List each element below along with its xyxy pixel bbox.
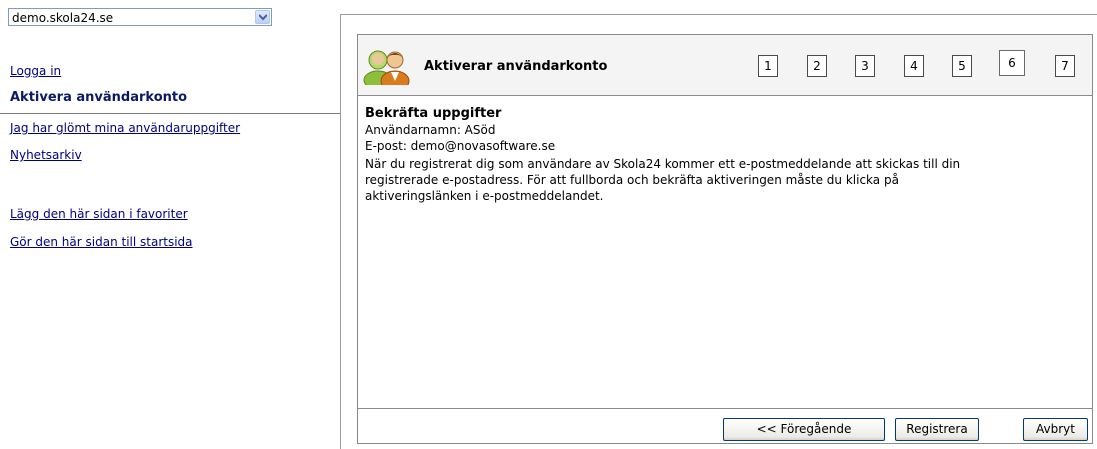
- info-text-line-3: aktiveringslänken i e-postmeddelandet.: [365, 189, 604, 203]
- cancel-button[interactable]: Avbryt: [1023, 418, 1088, 441]
- section-heading: Bekräfta uppgifter: [365, 106, 502, 121]
- info-text-line-1: När du registrerat dig som användare av …: [365, 157, 961, 171]
- content-top-border: [340, 14, 1097, 15]
- step-2[interactable]: 2: [807, 55, 827, 77]
- previous-button[interactable]: << Föregående: [723, 418, 885, 441]
- wizard-footer: << Föregående Registrera Avbryt: [358, 408, 1092, 443]
- step-7[interactable]: 7: [1055, 55, 1075, 77]
- column-divider: [340, 14, 341, 449]
- step-6-active: 6: [999, 50, 1025, 76]
- step-1[interactable]: 1: [758, 55, 778, 77]
- username-line: Användarnamn: ASöd: [365, 123, 496, 137]
- info-text-line-2: registrerade e-postadress. För att fullb…: [365, 173, 899, 187]
- email-line: E-post: demo@novasoftware.se: [365, 139, 556, 153]
- wizard-title: Aktiverar användarkonto: [424, 59, 608, 74]
- wizard-content: Bekräfta uppgifter Användarnamn: ASöd E-…: [365, 105, 1080, 204]
- nav-login-link[interactable]: Logga in: [10, 64, 61, 78]
- register-button[interactable]: Registrera: [895, 418, 979, 441]
- users-icon: [363, 43, 411, 92]
- nav-divider: [0, 113, 340, 114]
- wizard-panel: Aktiverar användarkonto 1 2 3 4 5 6 7 Be…: [357, 34, 1093, 444]
- chevron-down-icon[interactable]: [255, 10, 270, 24]
- info-text: När du registrerat dig som användare av …: [365, 156, 1080, 204]
- wizard-header: Aktiverar användarkonto 1 2 3 4 5 6 7: [358, 35, 1092, 96]
- step-5[interactable]: 5: [952, 55, 972, 77]
- site-select[interactable]: demo.skola24.se: [8, 8, 272, 26]
- nav-favorites-link[interactable]: Lägg den här sidan i favoriter: [10, 207, 188, 221]
- step-4[interactable]: 4: [904, 55, 924, 77]
- nav-forgot-link[interactable]: Jag har glömt mina användaruppgifter: [10, 121, 240, 135]
- nav-activate-current: Aktivera användarkonto: [10, 90, 188, 105]
- site-select-value: demo.skola24.se: [12, 11, 114, 25]
- step-3[interactable]: 3: [855, 55, 875, 77]
- nav-news-link[interactable]: Nyhetsarkiv: [10, 148, 82, 162]
- nav-startpage-link[interactable]: Gör den här sidan till startsida: [10, 235, 193, 249]
